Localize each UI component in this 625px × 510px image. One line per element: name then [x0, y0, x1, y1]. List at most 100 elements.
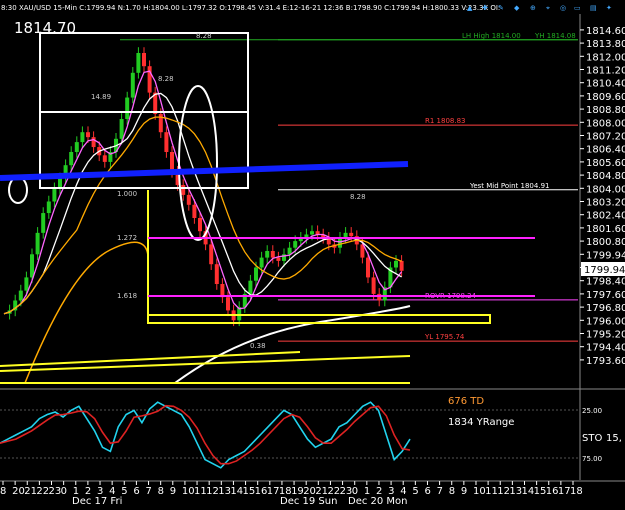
time-tick-label: 15	[243, 486, 256, 497]
candle-body	[259, 257, 264, 268]
time-tick-label: 20	[12, 486, 25, 497]
toolbar-icon-2[interactable]: ✚	[482, 4, 488, 12]
candle-body	[377, 293, 382, 301]
time-tick-label: 9	[170, 486, 176, 497]
toolbar-icon-10[interactable]: ✦	[606, 4, 612, 12]
candle-body	[46, 201, 51, 214]
time-tick-label: 8	[158, 486, 164, 497]
time-tick-label: 13	[509, 486, 522, 497]
candle-body	[164, 132, 169, 152]
time-tick-label: 10	[473, 486, 486, 497]
candle-body	[226, 297, 230, 311]
toolbar-icon-7[interactable]: ◎	[560, 4, 566, 12]
candle-body	[248, 280, 253, 294]
price-tick-label: 1803.20	[586, 198, 625, 209]
time-tick-label: 7	[437, 486, 443, 497]
candle-body	[147, 66, 152, 93]
price-tick-label: 1813.80	[586, 39, 625, 50]
candle-body	[270, 251, 275, 258]
candle-body	[125, 97, 130, 119]
price-tick-label: 1801.60	[586, 224, 625, 235]
candle-body	[265, 251, 270, 258]
candle-body	[35, 232, 40, 255]
time-tick-label: 11	[485, 486, 498, 497]
candle-body	[366, 257, 370, 278]
fib-label: 1.618	[117, 292, 137, 300]
candle-body	[192, 204, 197, 218]
td-annotation: 676 TD	[448, 396, 484, 407]
chart-canvas[interactable]: 8:30 XAU/USD 15-Min C:1799.94 N:1.70 H:1…	[0, 0, 625, 510]
toolbar-icon-1[interactable]: ▲	[467, 4, 473, 12]
candle-body	[58, 178, 62, 189]
candle-body	[91, 137, 96, 148]
price-tick-label: 1798.40	[586, 277, 625, 288]
candle-body	[136, 53, 141, 73]
price-tick-label: 1795.20	[586, 330, 625, 341]
session-high-label: 1814.70	[14, 19, 76, 37]
time-tick-label: 9	[461, 486, 467, 497]
price-tick-label: 1811.20	[586, 66, 625, 77]
candle-body	[24, 277, 29, 291]
price-tick-label: 1794.40	[586, 343, 625, 354]
price-tick-label: 1806.40	[586, 145, 625, 156]
candle-body	[130, 72, 135, 98]
toolbar-icon-8[interactable]: ▭	[574, 4, 581, 12]
time-tick-label: 7	[146, 486, 152, 497]
time-tick-label: 16	[255, 486, 268, 497]
sto-level-75-label: 75.00	[582, 455, 602, 463]
time-tick-label: 18	[570, 486, 583, 497]
price-tick-label: 1799.94	[586, 250, 625, 261]
candle-body	[86, 132, 90, 138]
yrange-annotation: 1834 YRange	[448, 417, 514, 428]
price-tick-label: 1800.80	[586, 237, 625, 248]
level-label: R1 1808.83	[425, 117, 466, 125]
candle-body	[214, 264, 219, 284]
price-tick-label: 1808.00	[586, 118, 625, 129]
candle-body	[349, 232, 354, 237]
level-label: YH 1814.08	[534, 32, 576, 40]
candle-body	[30, 254, 34, 278]
candle-body	[41, 213, 46, 233]
fib-label: 0.38	[250, 342, 266, 350]
date-label-1: Dec 17 Fri	[72, 496, 122, 507]
candle-body	[52, 188, 57, 202]
time-tick-label: 10	[182, 486, 195, 497]
time-tick-label: 12	[206, 486, 219, 497]
time-tick-label: 0	[61, 486, 67, 497]
price-tick-label: 1793.60	[586, 356, 625, 367]
toolbar-icon-5[interactable]: ⊕	[530, 4, 536, 12]
time-tick-label: 16	[546, 486, 559, 497]
fib-label: 8.28	[196, 32, 212, 40]
toolbar-icon-6[interactable]: ⌖	[546, 4, 550, 12]
price-tick-label: 1807.20	[586, 132, 625, 143]
fib-label: 1.000	[117, 190, 137, 198]
sto-period: 15,	[606, 433, 622, 444]
time-tick-label: 5	[412, 486, 418, 497]
candle-body	[198, 218, 202, 232]
toolbar-icon-3[interactable]: ✎	[498, 4, 504, 12]
time-tick-label: 6	[133, 486, 139, 497]
price-tick-label: 1804.00	[586, 184, 625, 195]
candle-body	[69, 152, 74, 166]
sto-name: STO	[582, 433, 602, 444]
fib-label: 8.28	[350, 193, 366, 201]
price-tick-label: 1812.00	[586, 52, 625, 63]
price-tick-label: 1814.60	[586, 26, 625, 37]
current-price-badge: 1799.94	[581, 262, 625, 276]
candle-body	[293, 241, 298, 248]
candle-body	[74, 142, 79, 152]
price-tick-label: 1810.40	[586, 79, 625, 90]
toolbar-icon-4[interactable]: ◆	[514, 4, 520, 12]
candle-body	[338, 237, 342, 248]
candle-body	[102, 155, 107, 162]
date-label-2: Dec 19 Sun	[280, 496, 337, 507]
candle-body	[371, 277, 376, 294]
level-label: YL 1795.74	[424, 333, 465, 341]
time-tick-label: 8	[0, 486, 6, 497]
candle-body	[394, 260, 398, 268]
toolbar-icon-9[interactable]: ▤	[590, 4, 597, 12]
candle-body	[170, 152, 174, 172]
price-tick-label: 1808.80	[586, 105, 625, 116]
time-tick-label: 11	[194, 486, 207, 497]
price-tick-label: 1796.00	[586, 316, 625, 327]
